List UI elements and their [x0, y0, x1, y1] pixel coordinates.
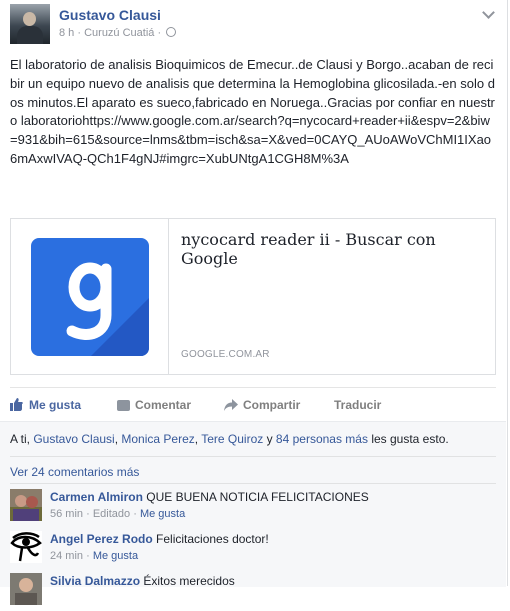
comment-body: Angel Perez Rodo Felicitaciones doctor!: [50, 532, 269, 546]
avatar-head: [23, 12, 36, 26]
comment-like-link[interactable]: Me gusta: [140, 508, 185, 520]
comment-time[interactable]: 56 min: [50, 508, 83, 520]
likes-prefix: A ti,: [10, 432, 34, 446]
comment-item: Silvia Dalmazzo Éxitos merecidos: [10, 573, 500, 611]
post-time[interactable]: 8 h: [59, 27, 74, 39]
author-avatar[interactable]: [10, 4, 50, 44]
comment-text: Felicitaciones doctor!: [156, 532, 269, 546]
comment-item: Carmen Almiron QUE BUENA NOTICIA FELICIT…: [10, 489, 500, 527]
link-preview[interactable]: nycocard reader ii - Buscar con Google G…: [10, 218, 496, 375]
post-location[interactable]: Curuzú Cuatiá: [84, 27, 154, 39]
comment-button[interactable]: Comentar: [135, 398, 191, 412]
divider: [10, 483, 496, 484]
globe-icon[interactable]: [166, 27, 177, 37]
feedback-section: A ti, Gustavo Clausi, Monica Perez, Tere…: [0, 421, 506, 605]
post-actions: Me gusta Comentar Compartir Traducir: [10, 387, 496, 421]
google-logo-icon: [31, 238, 149, 356]
meta-dot: ·: [86, 508, 93, 520]
comment-body: Carmen Almiron QUE BUENA NOTICIA FELICIT…: [50, 490, 369, 504]
comment-time[interactable]: 24 min: [50, 550, 83, 562]
comment-meta: 56 min · Editado · Me gusta: [50, 508, 185, 520]
commenter-avatar[interactable]: [10, 573, 42, 605]
comment-item: Angel Perez Rodo Felicitaciones doctor! …: [10, 531, 500, 569]
like-button[interactable]: Me gusta: [29, 398, 81, 412]
share-icon[interactable]: [224, 399, 238, 411]
google-g-icon: [66, 262, 149, 356]
comment-text: QUE BUENA NOTICIA FELICITACIONES: [146, 490, 369, 504]
share-button[interactable]: Compartir: [243, 398, 300, 412]
commenter-avatar[interactable]: [10, 489, 42, 521]
avatar-body: [17, 26, 43, 44]
post-text: El laboratorio de analisis Bioquimicos d…: [10, 57, 495, 166]
comment-like-link[interactable]: Me gusta: [93, 550, 138, 562]
comment-edited[interactable]: Editado: [93, 508, 130, 520]
comment-meta: 24 min · Me gusta: [50, 550, 138, 562]
link-thumbnail[interactable]: [11, 219, 169, 374]
comment-icon[interactable]: [117, 400, 130, 411]
chevron-down-icon[interactable]: [482, 6, 495, 19]
likes-others-link[interactable]: 84 personas más: [276, 432, 368, 446]
likes-and: y: [263, 432, 276, 446]
post-card: Gustavo Clausi 8 h · Curuzú Cuatiá · El …: [0, 0, 508, 605]
link-title[interactable]: nycocard reader ii - Buscar con Google: [181, 230, 495, 268]
meta-dot: ·: [157, 27, 165, 39]
translate-button[interactable]: Traducir: [334, 398, 381, 412]
meta-dot: ·: [86, 550, 93, 562]
commenter-avatar[interactable]: [10, 531, 42, 563]
liker-link[interactable]: Tere Quiroz: [201, 432, 263, 446]
commenter-name[interactable]: Angel Perez Rodo: [50, 532, 153, 546]
author-name[interactable]: Gustavo Clausi: [59, 7, 161, 23]
view-more-comments-link[interactable]: Ver 24 comentarios más: [10, 465, 139, 479]
likes-summary: A ti, Gustavo Clausi, Monica Perez, Tere…: [10, 432, 449, 446]
link-domain: GOOGLE.COM.AR: [181, 349, 270, 360]
divider: [10, 456, 496, 457]
liker-link[interactable]: Gustavo Clausi: [33, 432, 114, 446]
commenter-name[interactable]: Carmen Almiron: [50, 490, 143, 504]
meta-dot: ·: [133, 508, 140, 520]
likes-suffix: les gusta esto.: [367, 432, 449, 446]
thumbs-up-icon[interactable]: [10, 398, 23, 411]
post-meta: 8 h · Curuzú Cuatiá ·: [59, 27, 177, 39]
liker-link[interactable]: Monica Perez: [121, 432, 194, 446]
